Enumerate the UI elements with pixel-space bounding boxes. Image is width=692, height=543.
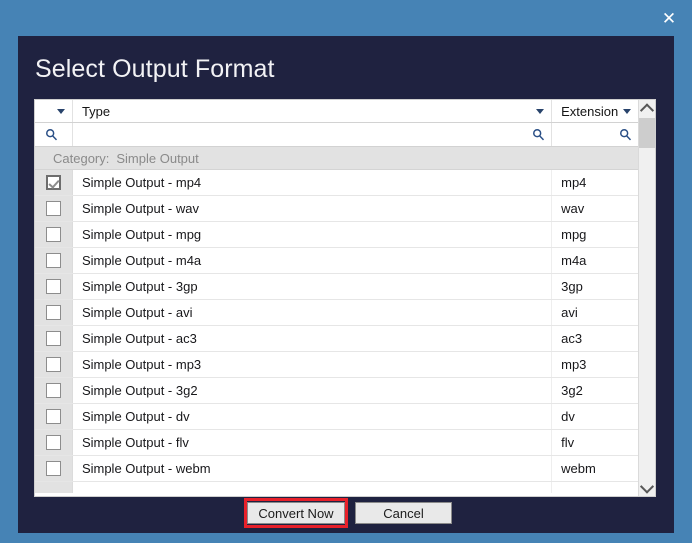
chevron-down-icon[interactable] <box>536 108 545 114</box>
dialog-window: ✕ Select Output Format Type Extension Ca… <box>0 0 692 543</box>
row-extension-cell: mpg <box>561 227 587 242</box>
chevron-down-icon[interactable] <box>56 108 65 114</box>
checkbox-unchecked[interactable] <box>45 357 61 372</box>
row-type-cell: Simple Output - mp3 <box>73 352 553 377</box>
filter-extension-input[interactable] <box>552 123 638 146</box>
page-title: Select Output Format <box>35 55 275 83</box>
table-row[interactable]: Simple Output - 3gp 3gp <box>35 274 638 300</box>
checkbox-unchecked[interactable] <box>45 201 61 216</box>
row-checkbox-cell[interactable] <box>35 274 73 299</box>
column-header-type[interactable]: Type <box>72 100 553 122</box>
checkbox-unchecked[interactable] <box>45 305 61 320</box>
filter-type-input[interactable] <box>72 123 553 146</box>
chevron-down-icon[interactable] <box>639 479 655 496</box>
checkbox-unchecked[interactable] <box>45 409 61 424</box>
row-extension-cell: flv <box>561 435 575 450</box>
row-checkbox-cell[interactable] <box>35 326 73 351</box>
row-extension-cell: m4a <box>561 253 587 268</box>
row-type-cell: Simple Output - flv <box>73 430 553 455</box>
table-row[interactable]: Simple Output - ac3 ac3 <box>35 326 638 352</box>
dialog-footer: Convert Now Cancel <box>18 497 674 533</box>
row-type-cell: Simple Output - m4a <box>73 248 553 273</box>
checkbox-unchecked[interactable] <box>45 253 61 268</box>
filter-select[interactable] <box>35 123 73 146</box>
group-row-key: Category: <box>53 150 110 166</box>
table-row[interactable]: Simple Output - mpg mpg <box>35 222 638 248</box>
column-header-select[interactable] <box>35 100 73 122</box>
table-row[interactable]: Simple Output - 3g2 3g2 <box>35 378 638 404</box>
group-row-value: Simple Output <box>116 150 199 166</box>
row-checkbox-cell[interactable] <box>35 430 73 455</box>
group-row-category[interactable]: Category: Simple Output <box>35 147 638 170</box>
row-type-cell: Simple Output - ac3 <box>73 326 553 351</box>
checkbox-unchecked[interactable] <box>45 279 61 294</box>
row-extension-cell: 3g2 <box>561 383 583 398</box>
column-header-extension[interactable]: Extension <box>552 100 638 122</box>
checkbox-unchecked[interactable] <box>45 331 61 346</box>
row-extension-cell: avi <box>561 305 578 320</box>
row-type-cell: Simple Output - 3g2 <box>73 378 553 403</box>
checkbox-checked[interactable] <box>45 175 61 190</box>
table-row[interactable]: Simple Output - mp3 mp3 <box>35 352 638 378</box>
row-type-cell: Simple Output - webm <box>73 456 553 481</box>
dialog-panel: Select Output Format Type Extension Cate… <box>18 36 674 533</box>
table-row[interactable]: Simple Output - avi avi <box>35 300 638 326</box>
search-icon[interactable] <box>532 128 545 141</box>
search-icon[interactable] <box>619 128 632 141</box>
row-checkbox-cell[interactable] <box>35 352 73 377</box>
output-format-grid: Type Extension Category: Simple Output S… <box>34 99 656 497</box>
chevron-down-icon[interactable] <box>623 108 631 114</box>
row-type-cell: Simple Output - mpg <box>73 222 553 247</box>
search-icon[interactable] <box>45 128 58 141</box>
grid-header-row: Type Extension <box>35 100 638 123</box>
scrollbar-thumb[interactable] <box>639 118 655 148</box>
grid-body: Type Extension Category: Simple Output S… <box>35 100 638 496</box>
row-type-cell: Simple Output - wav <box>73 196 553 221</box>
cancel-button[interactable]: Cancel <box>355 502 452 524</box>
table-row[interactable]: Simple Output - wav wav <box>35 196 638 222</box>
vertical-scrollbar[interactable] <box>638 100 655 496</box>
row-checkbox-cell[interactable] <box>35 378 73 403</box>
row-type-cell <box>73 482 553 493</box>
table-row[interactable] <box>35 482 638 493</box>
row-extension-cell: mp4 <box>561 175 587 190</box>
table-row[interactable]: Simple Output - m4a m4a <box>35 248 638 274</box>
row-checkbox-cell[interactable] <box>35 482 73 493</box>
row-type-cell: Simple Output - dv <box>73 404 553 429</box>
checkbox-unchecked[interactable] <box>45 461 61 476</box>
row-checkbox-cell[interactable] <box>35 404 73 429</box>
row-extension-cell: 3gp <box>561 279 583 294</box>
row-checkbox-cell[interactable] <box>35 196 73 221</box>
table-row[interactable]: Simple Output - mp4 mp4 <box>35 170 638 196</box>
checkbox-unchecked[interactable] <box>45 383 61 398</box>
row-extension-cell: wav <box>561 201 585 216</box>
chevron-up-icon[interactable] <box>639 100 655 117</box>
checkbox-unchecked[interactable] <box>45 435 61 450</box>
grid-rows: Simple Output - mp4 mp4 Simple Output - wa… <box>35 170 638 493</box>
convert-now-button[interactable]: Convert Now <box>247 502 345 524</box>
row-checkbox-cell[interactable] <box>35 300 73 325</box>
table-row[interactable]: Simple Output - flv flv <box>35 430 638 456</box>
row-type-cell: Simple Output - avi <box>73 300 553 325</box>
row-type-cell: Simple Output - mp4 <box>73 170 553 195</box>
row-extension-cell <box>552 482 638 493</box>
column-header-type-label: Type <box>81 103 111 119</box>
close-icon[interactable]: ✕ <box>656 8 682 30</box>
row-checkbox-cell[interactable] <box>35 456 73 481</box>
row-checkbox-cell[interactable] <box>35 170 73 195</box>
grid-filter-row <box>35 123 638 147</box>
table-row[interactable]: Simple Output - webm webm <box>35 456 638 482</box>
row-checkbox-cell[interactable] <box>35 222 73 247</box>
table-row[interactable]: Simple Output - dv dv <box>35 404 638 430</box>
checkbox-unchecked[interactable] <box>45 227 61 242</box>
row-checkbox-cell[interactable] <box>35 248 73 273</box>
row-extension-cell: mp3 <box>561 357 587 372</box>
column-header-extension-label: Extension <box>561 103 619 119</box>
row-extension-cell: ac3 <box>561 331 583 346</box>
row-extension-cell: dv <box>561 409 575 424</box>
row-type-cell: Simple Output - 3gp <box>73 274 553 299</box>
row-extension-cell: webm <box>561 461 596 476</box>
window-titlebar: ✕ <box>0 0 692 36</box>
